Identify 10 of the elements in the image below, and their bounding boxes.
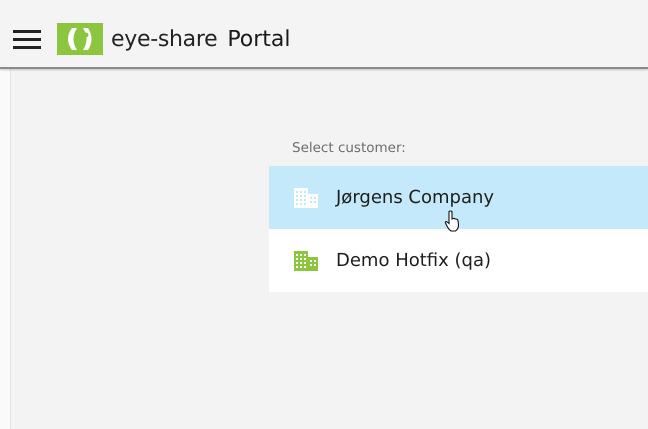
- customer-item[interactable]: Jørgens Company: [269, 166, 648, 229]
- list-label: Select customer:: [291, 140, 407, 156]
- logo-icon: [57, 23, 103, 55]
- customer-item[interactable]: Demo Hotfix (qa): [269, 229, 648, 292]
- building-icon: [294, 188, 318, 208]
- menu-icon[interactable]: [13, 29, 41, 49]
- brand-name: eye-share: [111, 26, 218, 52]
- hand-cursor-icon: [444, 210, 460, 232]
- building-icon: [294, 250, 318, 270]
- app-title: Portal: [227, 26, 291, 52]
